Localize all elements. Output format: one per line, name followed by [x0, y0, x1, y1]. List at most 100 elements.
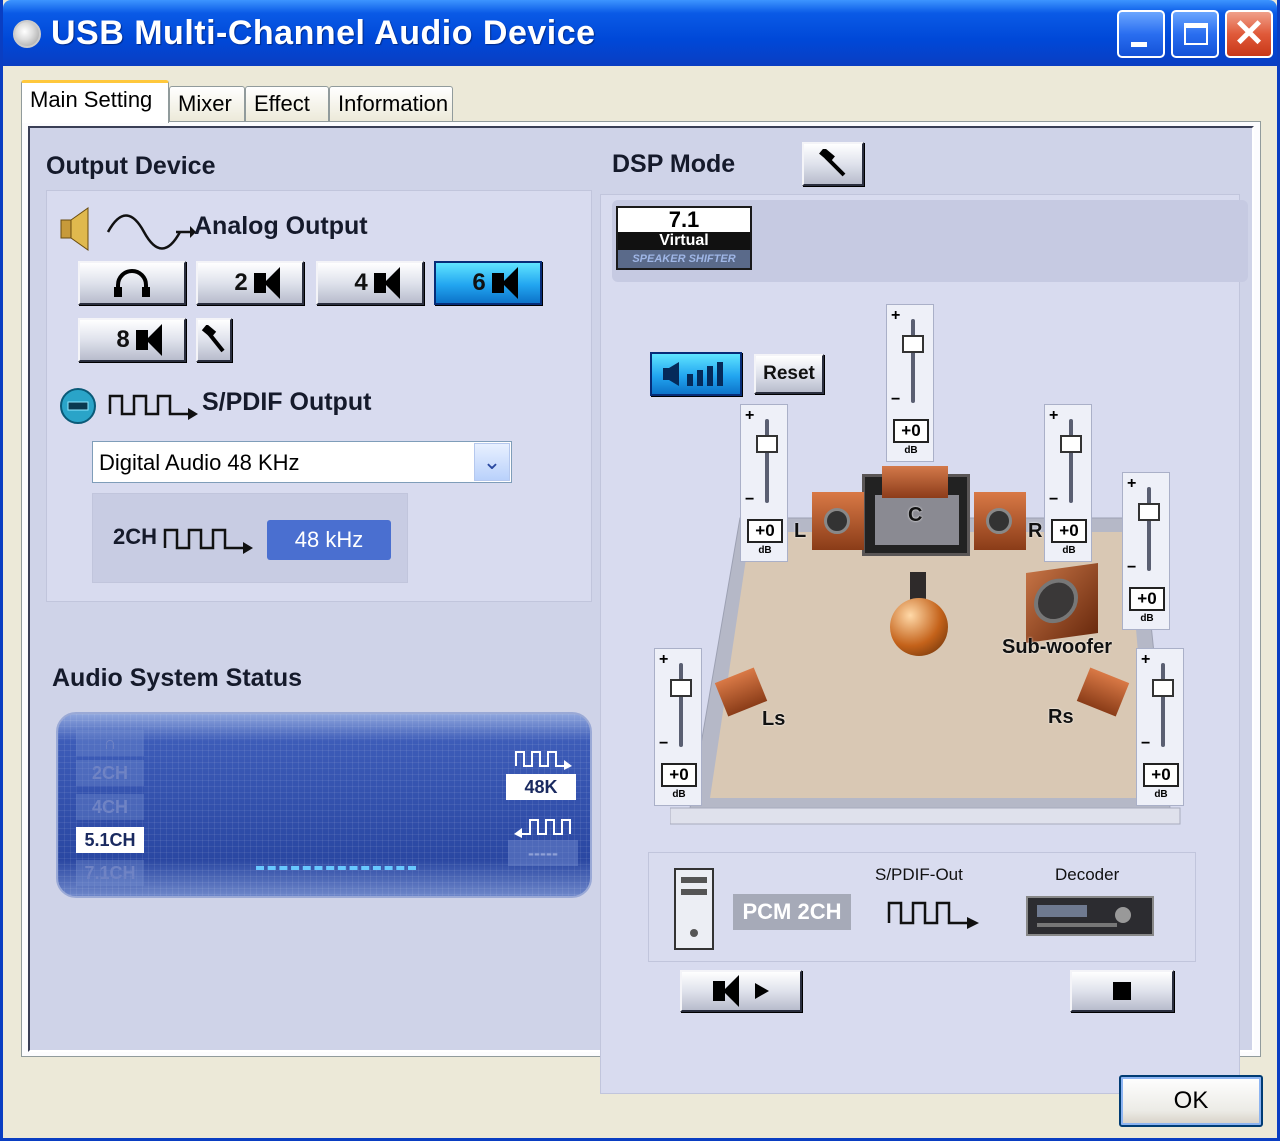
- listener-sphere: [890, 598, 948, 656]
- ok-button[interactable]: OK: [1119, 1075, 1263, 1127]
- slider-unit: dB: [1062, 545, 1076, 556]
- surround-left-label: Ls: [762, 708, 786, 730]
- center-speaker: [882, 466, 948, 498]
- speaker-4ch-button[interactable]: 4: [316, 261, 424, 305]
- woofer-cone: [824, 508, 850, 534]
- minimize-button[interactable]: [1117, 10, 1165, 58]
- chevron-down-icon[interactable]: ⌄: [474, 443, 510, 481]
- status-headphone-icon: ∩: [76, 730, 144, 756]
- slider-track[interactable]: [765, 419, 769, 503]
- hammer-icon: [819, 149, 846, 177]
- surround-right-slider[interactable]: + − +0 dB: [1136, 648, 1184, 806]
- surround-right-label: Rs: [1048, 706, 1074, 728]
- spdif-signal-icon: [163, 526, 255, 554]
- headphone-icon: [114, 269, 150, 297]
- tab-panel: Output Device Analog Output 2 4 6 8 S/PD…: [21, 121, 1261, 1094]
- stop-icon: [1113, 982, 1131, 1000]
- speaker-icon: [135, 324, 162, 356]
- title-bar[interactable]: USB Multi-Channel Audio Device ✕: [3, 0, 1277, 66]
- speaker-2ch-button[interactable]: 2: [196, 261, 304, 305]
- spdif-channels-label: 2CH: [113, 524, 158, 549]
- center-slider[interactable]: + − +0 dB: [886, 304, 934, 462]
- speaker-icon: [373, 267, 400, 299]
- analog-wave-icon: [106, 214, 196, 250]
- analog-settings-button[interactable]: [196, 318, 232, 362]
- speaker-icon: [491, 267, 518, 299]
- decoder-label: Decoder: [1055, 865, 1120, 884]
- stop-test-button[interactable]: [1070, 970, 1174, 1012]
- speaker-8ch-label: 8: [116, 326, 130, 353]
- front-right-slider[interactable]: + − +0 dB: [1044, 404, 1092, 562]
- minimize-icon: [1131, 42, 1147, 47]
- output-device-heading: Output Device: [46, 152, 216, 180]
- slider-thumb[interactable]: [1060, 435, 1082, 453]
- audio-status-heading: Audio System Status: [52, 664, 303, 692]
- slider-unit: dB: [904, 445, 918, 456]
- slider-plus: +: [1127, 475, 1137, 492]
- status-channel-4ch: 4CH: [76, 794, 144, 820]
- tab-information[interactable]: Information: [329, 86, 453, 122]
- in-signal-icon: [514, 816, 574, 838]
- audio-status-display: ∩ 2CH 4CH 5.1CH 7.1CH 48K -----: [56, 712, 592, 898]
- speaker-test-button[interactable]: [650, 352, 742, 396]
- status-channel-7-1ch: 7.1CH: [76, 860, 144, 886]
- signal-flow-panel: PCM 2CH S/PDIF-Out Decoder: [648, 852, 1196, 962]
- front-right-speaker: [974, 492, 1026, 550]
- app-icon: [13, 20, 41, 48]
- headphone-button[interactable]: [78, 261, 186, 305]
- slider-unit: dB: [758, 545, 772, 556]
- slider-thumb[interactable]: [1138, 503, 1160, 521]
- tab-main-setting[interactable]: Main Setting: [21, 80, 169, 123]
- spdif-format-select[interactable]: Digital Audio 48 KHz ⌄: [92, 441, 512, 483]
- slider-minus: −: [891, 391, 901, 408]
- slider-track[interactable]: [679, 663, 683, 747]
- slider-thumb[interactable]: [1152, 679, 1174, 697]
- speaker-6ch-button[interactable]: 6: [434, 261, 542, 305]
- slider-value: +0: [747, 519, 783, 543]
- play-test-button[interactable]: [680, 970, 802, 1012]
- slider-minus: −: [745, 491, 755, 508]
- speaker-8ch-button[interactable]: 8: [78, 318, 186, 362]
- slider-minus: −: [1141, 735, 1151, 752]
- speaker-2ch-label: 2: [234, 269, 248, 296]
- close-button[interactable]: ✕: [1225, 10, 1273, 58]
- slider-track[interactable]: [911, 319, 915, 403]
- slider-thumb[interactable]: [756, 435, 778, 453]
- hammer-icon: [201, 325, 225, 353]
- woofer-cone: [1034, 575, 1078, 626]
- slider-value: +0: [661, 763, 697, 787]
- slider-value: +0: [1051, 519, 1087, 543]
- slider-unit: dB: [672, 789, 686, 800]
- dsp-settings-button[interactable]: [802, 142, 864, 186]
- slider-track[interactable]: [1147, 487, 1151, 571]
- slider-minus: −: [1049, 491, 1059, 508]
- reset-button[interactable]: Reset: [754, 354, 824, 394]
- virtual-71-button[interactable]: 7.1 Virtual SPEAKER SHIFTER: [616, 206, 752, 270]
- slider-track[interactable]: [1161, 663, 1165, 747]
- slider-plus: +: [1049, 407, 1059, 424]
- slider-thumb[interactable]: [902, 335, 924, 353]
- tab-effect[interactable]: Effect: [245, 86, 329, 122]
- out-signal-icon: [514, 748, 574, 770]
- slider-plus: +: [1141, 651, 1151, 668]
- status-out-rate: 48K: [506, 774, 576, 800]
- level-meter: [256, 866, 416, 870]
- spdif-output-label: S/PDIF Output: [202, 388, 372, 416]
- subwoofer-slider[interactable]: + − +0 dB: [1122, 472, 1170, 630]
- slider-track[interactable]: [1069, 419, 1073, 503]
- analog-output-label: Analog Output: [194, 212, 368, 240]
- status-channel-5-1ch: 5.1CH: [76, 827, 144, 853]
- front-left-slider[interactable]: + − +0 dB: [740, 404, 788, 562]
- slider-thumb[interactable]: [670, 679, 692, 697]
- tab-mixer[interactable]: Mixer: [169, 86, 245, 122]
- speaker-icon: [253, 267, 280, 299]
- speaker-4ch-label: 4: [354, 269, 368, 296]
- virtual-logo-subtitle: SPEAKER SHIFTER: [618, 250, 750, 268]
- maximize-icon: [1184, 23, 1208, 45]
- window-title: USB Multi-Channel Audio Device: [51, 14, 596, 52]
- maximize-button[interactable]: [1171, 10, 1219, 58]
- surround-left-slider[interactable]: + − +0 dB: [654, 648, 702, 806]
- slider-unit: dB: [1154, 789, 1168, 800]
- speaker-level-icon: [663, 362, 723, 386]
- slider-plus: +: [745, 407, 755, 424]
